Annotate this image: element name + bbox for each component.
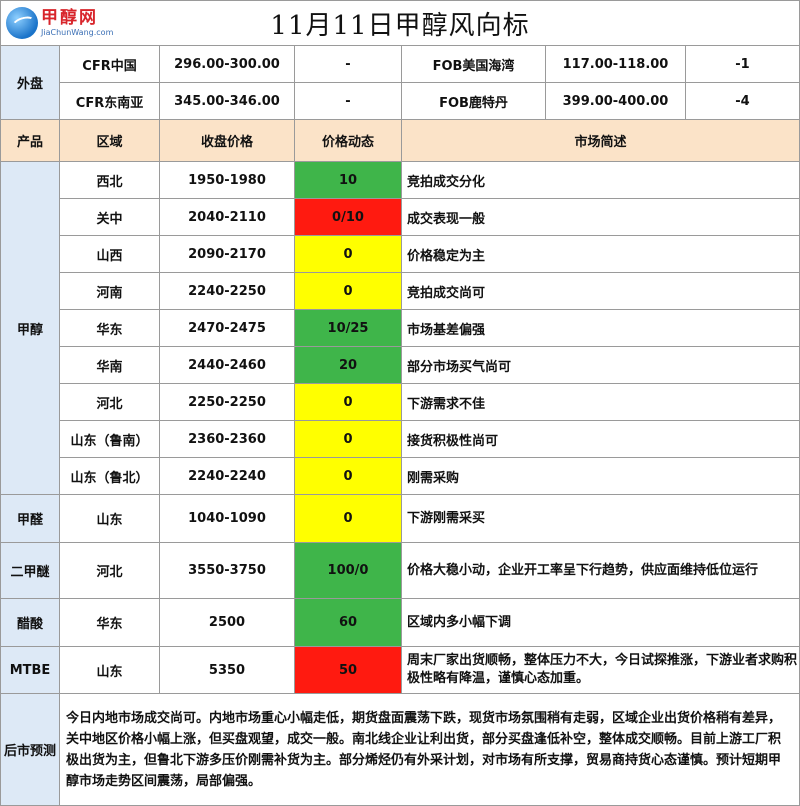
methanol-desc: 下游需求不佳: [402, 384, 800, 421]
logo-name: 甲醇网: [41, 8, 98, 28]
foreign-price-b: 117.00-118.00: [546, 46, 686, 83]
product-desc: 周末厂家出货顺畅，整体压力不大，今日试探推涨，下游业者求购积极性略有降温，谨慎心…: [402, 647, 800, 694]
col-header-price: 收盘价格: [160, 120, 295, 162]
product-trend-badge: 0: [295, 495, 402, 543]
methanol-price: 2440-2460: [160, 347, 295, 384]
methanol-trend-badge: 10/25: [295, 310, 402, 347]
col-header-product: 产品: [0, 120, 60, 162]
methanol-price: 2250-2250: [160, 384, 295, 421]
product-label: MTBE: [0, 647, 60, 694]
foreign-price-b: 399.00-400.00: [546, 83, 686, 120]
methanol-trend-badge: 20: [295, 347, 402, 384]
product-trend-badge: 50: [295, 647, 402, 694]
col-header-trend: 价格动态: [295, 120, 402, 162]
methanol-price: 1950-1980: [160, 162, 295, 199]
logo-domain: JiaChunWang.com: [41, 28, 114, 37]
product-methanol: 甲醇: [0, 162, 60, 495]
methanol-desc: 成交表现一般: [402, 199, 800, 236]
methanol-region: 西北: [60, 162, 160, 199]
methanol-desc: 竞拍成交分化: [402, 162, 800, 199]
globe-logo-icon: [6, 7, 38, 39]
methanol-region: 华南: [60, 347, 160, 384]
foreign-name-b: FOB美国海湾: [402, 46, 546, 83]
methanol-trend-badge: 0/10: [295, 199, 402, 236]
methanol-region: 河北: [60, 384, 160, 421]
methanol-region: 山西: [60, 236, 160, 273]
product-desc: 下游刚需采买: [402, 495, 800, 543]
methanol-trend-badge: 0: [295, 236, 402, 273]
foreign-price-a: 345.00-346.00: [160, 83, 295, 120]
product-desc: 价格大稳小动，企业开工率呈下行趋势，供应面维持低位运行: [402, 543, 800, 599]
methanol-region: 华东: [60, 310, 160, 347]
col-header-desc: 市场简述: [402, 120, 800, 162]
product-region: 河北: [60, 543, 160, 599]
forecast-text: 今日内地市场成交尚可。内地市场重心小幅走低，期货盘面震荡下跌，现货市场氛围稍有走…: [60, 694, 800, 806]
methanol-price: 2470-2475: [160, 310, 295, 347]
methanol-desc: 竞拍成交尚可: [402, 273, 800, 310]
product-trend-badge: 60: [295, 599, 402, 647]
methanol-trend-badge: 0: [295, 421, 402, 458]
forecast-label: 后市预测: [0, 694, 60, 806]
product-region: 山东: [60, 495, 160, 543]
product-desc: 区域内多小幅下调: [402, 599, 800, 647]
methanol-trend-badge: 0: [295, 458, 402, 495]
product-price: 2500: [160, 599, 295, 647]
methanol-trend-badge: 0: [295, 384, 402, 421]
foreign-name-b: FOB鹿特丹: [402, 83, 546, 120]
page-title: 11月11日甲醇风向标: [270, 10, 530, 41]
foreign-market-label: 外盘: [0, 46, 60, 120]
foreign-change-a: -: [295, 46, 402, 83]
product-region: 华东: [60, 599, 160, 647]
foreign-change-b: -4: [686, 83, 800, 120]
site-logo: 甲醇网 JiaChunWang.com: [2, 2, 118, 44]
methanol-desc: 部分市场买气尚可: [402, 347, 800, 384]
methanol-region: 河南: [60, 273, 160, 310]
col-header-region: 区域: [60, 120, 160, 162]
product-region: 山东: [60, 647, 160, 694]
methanol-price: 2040-2110: [160, 199, 295, 236]
foreign-market-label-text: 外盘: [16, 77, 43, 92]
product-label: 甲醛: [0, 495, 60, 543]
foreign-change-a: -: [295, 83, 402, 120]
methanol-region: 山东（鲁南）: [60, 421, 160, 458]
foreign-name-a: CFR中国: [60, 46, 160, 83]
methanol-price: 2360-2360: [160, 421, 295, 458]
methanol-region: 山东（鲁北）: [60, 458, 160, 495]
methanol-region: 关中: [60, 199, 160, 236]
foreign-price-a: 296.00-300.00: [160, 46, 295, 83]
methanol-desc: 刚需采购: [402, 458, 800, 495]
methanol-desc: 价格稳定为主: [402, 236, 800, 273]
product-price: 1040-1090: [160, 495, 295, 543]
methanol-price: 2240-2250: [160, 273, 295, 310]
header-bar: 11月11日甲醇风向标: [0, 0, 800, 46]
wind-vane-sheet: 11月11日甲醇风向标 甲醇网 JiaChunWang.com 外盘 CFR中国…: [0, 0, 800, 806]
methanol-price: 2240-2240: [160, 458, 295, 495]
foreign-change-b: -1: [686, 46, 800, 83]
methanol-price: 2090-2170: [160, 236, 295, 273]
methanol-trend-badge: 0: [295, 273, 402, 310]
product-price: 3550-3750: [160, 543, 295, 599]
product-label: 二甲醚: [0, 543, 60, 599]
foreign-name-a: CFR东南亚: [60, 83, 160, 120]
methanol-desc: 市场基差偏强: [402, 310, 800, 347]
product-trend-badge: 100/0: [295, 543, 402, 599]
product-price: 5350: [160, 647, 295, 694]
methanol-desc: 接货积极性尚可: [402, 421, 800, 458]
methanol-trend-badge: 10: [295, 162, 402, 199]
product-label: 醋酸: [0, 599, 60, 647]
